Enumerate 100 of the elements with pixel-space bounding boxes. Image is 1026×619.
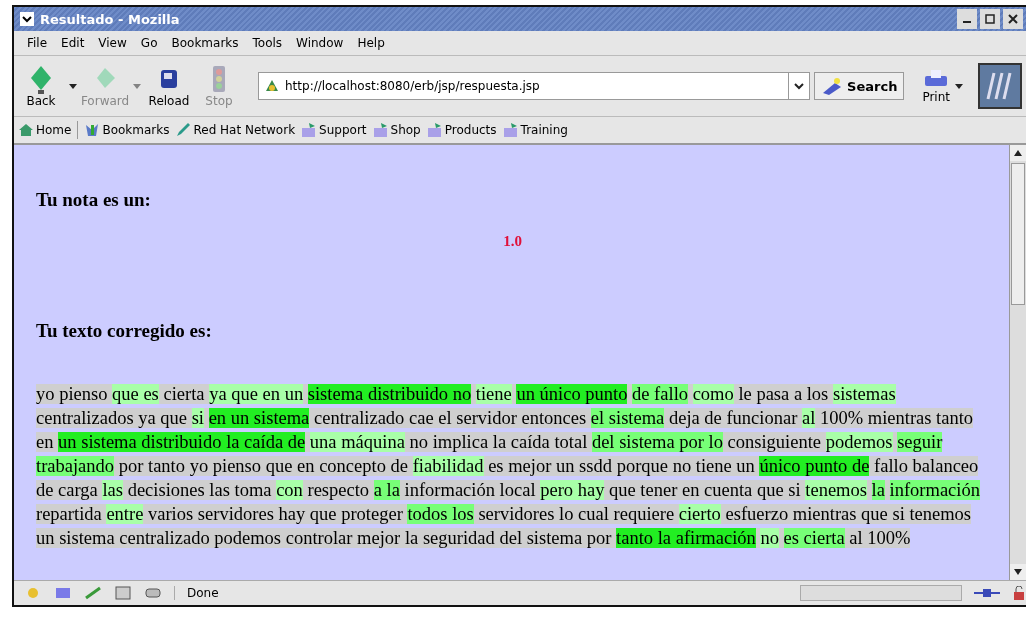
word-text: decisiones: [127, 480, 205, 500]
word-text: cae: [408, 408, 434, 428]
home-icon[interactable]: [18, 122, 34, 138]
word-text: que: [609, 480, 636, 500]
word-text: balanceo: [912, 456, 979, 476]
bookmark-link[interactable]: Products: [426, 122, 497, 138]
word-text: tenemos: [909, 504, 972, 524]
close-button[interactable]: [1003, 9, 1023, 29]
highlighted-phrase: podemos: [825, 432, 893, 452]
grade-heading: Tu nota es un:: [36, 189, 152, 211]
menu-caret-icon[interactable]: [20, 12, 34, 26]
highlighted-phrase: ya que en un: [209, 384, 304, 404]
word-text: tiene: [695, 456, 732, 476]
word-text: mientras: [792, 504, 857, 524]
word-text: en: [681, 480, 700, 500]
menu-item[interactable]: Go: [133, 34, 165, 52]
word-text: ssdd: [579, 456, 612, 476]
menu-item[interactable]: File: [20, 34, 55, 52]
word-text: carga: [58, 480, 98, 500]
word-text: cual: [578, 504, 609, 524]
word-text: información: [404, 480, 495, 500]
word-text: servidores: [197, 504, 274, 524]
highlighted-phrase: el sistema: [590, 408, 665, 428]
word-text: centralizado: [119, 528, 210, 548]
menu-item[interactable]: Bookmarks: [164, 34, 246, 52]
word-text: yo: [189, 456, 209, 476]
connection-icon[interactable]: [974, 586, 1000, 600]
word-text: por: [118, 456, 144, 476]
highlighted-phrase: de fallo: [632, 384, 689, 404]
bookmarks-icon[interactable]: [84, 122, 101, 138]
word-text: que: [756, 480, 784, 500]
word-text: sistema: [59, 528, 115, 548]
word-text: requiere: [613, 504, 675, 524]
highlighted-phrase: un sistema distribuido la caída de: [58, 432, 306, 452]
highlighted-phrase: pero hay: [540, 480, 605, 500]
word-text: a: [793, 384, 803, 404]
menu-item[interactable]: Tools: [245, 34, 290, 52]
bookmark-link[interactable]: Training: [502, 122, 568, 138]
highlighted-phrase: seguir: [897, 432, 943, 452]
word-text: caída: [510, 432, 550, 452]
word-text: yo: [36, 384, 55, 404]
toolbar-button[interactable]: Reload: [146, 64, 192, 108]
url-field[interactable]: http://localhost:8080/erb/jsp/respuesta.jsp: [258, 72, 811, 100]
search-button[interactable]: Search: [814, 72, 905, 100]
word-text: le: [738, 384, 752, 404]
word-text: respecto: [307, 480, 370, 500]
word-text: podemos: [214, 528, 282, 548]
word-text: implica: [432, 432, 489, 452]
caret-icon[interactable]: [794, 81, 805, 91]
word-text: en: [36, 432, 54, 452]
word-text: si: [788, 480, 801, 500]
dropdown-arrow-icon[interactable]: [68, 81, 78, 91]
highlighted-phrase: al: [801, 408, 816, 428]
highlighted-phrase: con: [276, 480, 303, 500]
padlock-icon[interactable]: [1012, 586, 1026, 600]
folder-icon[interactable]: [426, 122, 443, 138]
highlighted-phrase: fiabilidad: [412, 456, 484, 476]
maximize-button[interactable]: [980, 9, 1000, 29]
word-text: ya: [138, 408, 156, 428]
highlighted-phrase: a la: [373, 480, 400, 500]
dropdown-arrow-icon[interactable]: [954, 81, 964, 91]
word-text: las: [209, 480, 230, 500]
throbber-icon[interactable]: [978, 63, 1022, 109]
word-text: tanto: [936, 408, 974, 428]
word-text: toma: [234, 480, 272, 500]
pen-icon[interactable]: [175, 122, 192, 138]
print-button[interactable]: Print: [922, 68, 950, 104]
word-text: no: [672, 456, 692, 476]
word-text: de: [704, 408, 722, 428]
folder-icon[interactable]: [301, 122, 318, 138]
word-text: local: [499, 480, 536, 500]
folder-icon[interactable]: [372, 122, 389, 138]
bookmark-link[interactable]: Support: [301, 122, 367, 138]
bookmark-link[interactable]: Bookmarks: [84, 122, 170, 138]
toolbar-button[interactable]: Back: [18, 64, 64, 108]
word-text: que: [160, 408, 188, 428]
word-text: tanto: [148, 456, 185, 476]
minimize-button[interactable]: [957, 9, 977, 29]
folder-icon[interactable]: [502, 122, 519, 138]
bookmark-link[interactable]: Home: [18, 122, 72, 138]
word-text: la: [492, 432, 507, 452]
word-text: es: [488, 456, 504, 476]
close-icon[interactable]: [1008, 14, 1018, 24]
maximize-icon[interactable]: [985, 14, 995, 24]
bookmark-link[interactable]: Red Hat Network: [175, 122, 296, 138]
word-text: por: [586, 528, 612, 548]
scrollbar-thumb[interactable]: [1011, 163, 1025, 305]
highlighted-phrase: del sistema por lo: [591, 432, 723, 452]
highlighted-phrase: cierto: [678, 504, 721, 524]
bookmark-link[interactable]: Shop: [372, 122, 421, 138]
menu-item[interactable]: Window: [289, 34, 351, 52]
menu-item[interactable]: View: [91, 34, 134, 52]
menu-item[interactable]: Help: [350, 34, 392, 52]
word-text: si: [892, 504, 905, 524]
back-icon[interactable]: [29, 64, 53, 94]
menu-item[interactable]: Edit: [54, 34, 92, 52]
highlighted-phrase: un único punto: [516, 384, 628, 404]
word-text: funcionar: [726, 408, 798, 428]
word-text: entonces: [521, 408, 587, 428]
word-text: proteger: [341, 504, 403, 524]
